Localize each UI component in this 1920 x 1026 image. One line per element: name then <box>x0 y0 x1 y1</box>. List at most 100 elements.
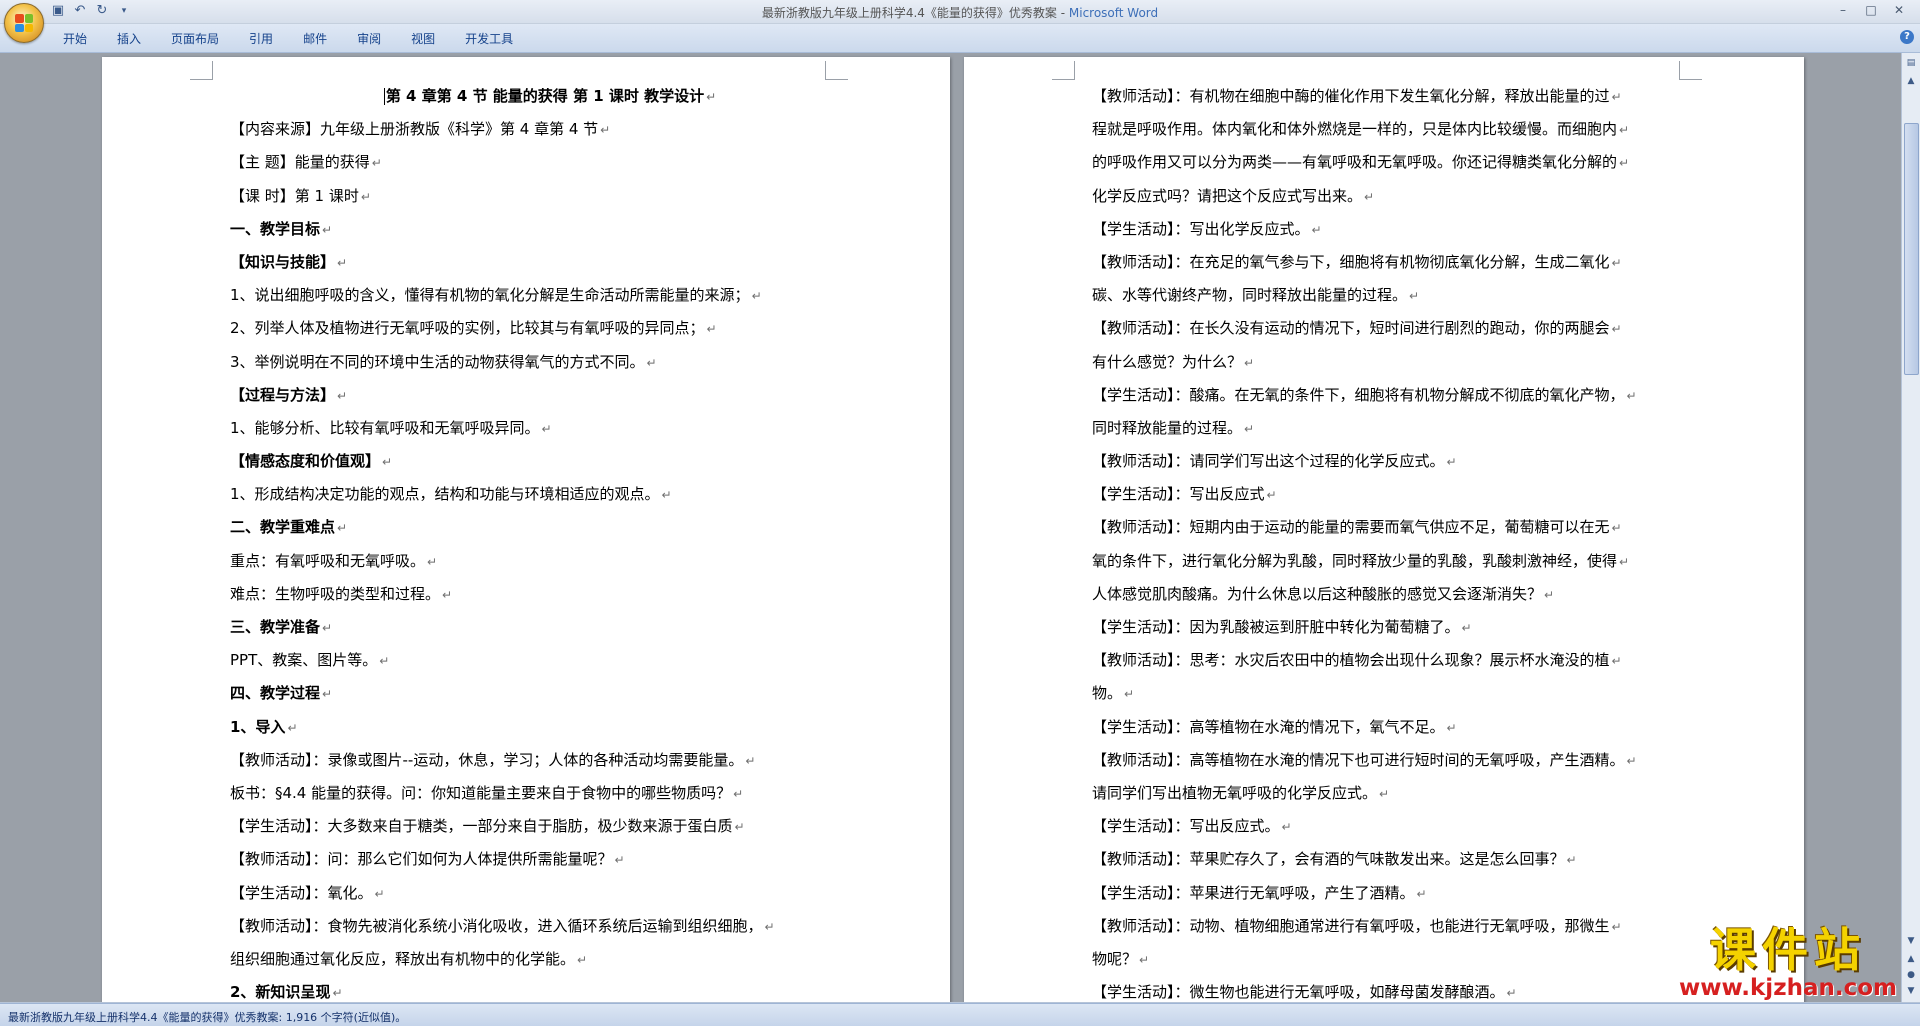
paragraph-line: 【课 时】第 1 课时 ↵ <box>230 180 830 213</box>
line-text: 有什么感觉？为什么？ <box>1092 352 1243 371</box>
paragraph-mark-icon: ↵ <box>751 289 762 304</box>
line-text: 1、形成结构决定功能的观点，结构和功能与环境相适应的观点。 <box>230 485 660 504</box>
help-icon[interactable]: ? <box>1900 30 1914 44</box>
paragraph-mark-icon: ↵ <box>661 488 672 503</box>
paragraph-mark-icon: ↵ <box>1266 488 1277 503</box>
section-heading: 三、教学准备 ↵ <box>230 611 830 644</box>
paragraph-mark-icon: ↵ <box>1409 289 1420 304</box>
tab-review[interactable]: 审阅 <box>342 30 396 47</box>
tab-developer[interactable]: 开发工具 <box>450 30 528 47</box>
scroll-up-icon[interactable]: ▲ <box>1903 73 1919 89</box>
section-heading: 一、教学目标 ↵ <box>230 213 830 246</box>
paragraph-line: 【学生活动】：写出反应式 ↵ <box>1092 478 1692 511</box>
paragraph-line: 【教师活动】：录像或图片--运动，休息，学习；人体的各种活动均需要能量。 ↵ <box>230 744 830 777</box>
paragraph-line: 人体感觉肌肉酸痛。为什么休息以后这种酸胀的感觉又会逐渐消失？ ↵ <box>1092 578 1692 611</box>
paragraph-line: 请同学们写出植物无氧呼吸的化学反应式。 ↵ <box>1092 777 1692 810</box>
line-text: 【过程与方法】 <box>230 385 336 404</box>
line-text: 四、教学过程 <box>230 684 321 703</box>
section-heading: 【过程与方法】 ↵ <box>230 379 830 412</box>
line-text: 的呼吸作用又可以分为两类——有氧呼吸和无氧呼吸。你还记得糖类氧化分解的 <box>1092 153 1618 172</box>
page-text-left[interactable]: 第 4 章第 4 节 能量的获得 第 1 课时 教学设计 ↵ 【内容来源】九年级上册… <box>230 80 830 1002</box>
paragraph-line: 【学生活动】：酸痛。在无氧的条件下，细胞将有机物分解成不彻底的氧化产物， ↵ <box>1092 379 1692 412</box>
line-text: 物。 <box>1092 684 1123 703</box>
status-bar: 最新浙教版九年级上册科学4.4《能量的获得》优秀教案: 1,916 个字符(近似… <box>0 1003 1920 1026</box>
line-text: 氧的条件下，进行氧化分解为乳酸，同时释放少量的乳酸，乳酸刺激神经，使得 <box>1092 551 1618 570</box>
paragraph-mark-icon: ↵ <box>371 156 382 171</box>
paragraph-line: 碳、水等代谢终产物，同时释放出能量的过程。 ↵ <box>1092 279 1692 312</box>
paragraph-line: 板书：§4.4 能量的获得。问：你知道能量主要来自于食物中的哪些物质吗？ ↵ <box>230 777 830 810</box>
paragraph-mark-icon: ↵ <box>706 90 717 104</box>
line-text: 【学生活动】：氧化。 <box>230 883 373 902</box>
line-text: 【知识与技能】 <box>230 252 336 271</box>
line-text: 【教师活动】：问：那么它们如何为人体提供所需能量呢？ <box>230 850 613 869</box>
section-heading: 【情感态度和价值观】 ↵ <box>230 445 830 478</box>
tab-view[interactable]: 视图 <box>396 30 450 47</box>
paragraph-mark-icon: ↵ <box>1611 90 1622 104</box>
paragraph-mark-icon: ↵ <box>374 886 385 901</box>
paragraph-mark-icon: ↵ <box>1566 853 1577 868</box>
scroll-thumb[interactable] <box>1904 123 1919 375</box>
line-text: 【学生活动】：苹果进行无氧呼吸，产生了酒精。 <box>1092 883 1415 902</box>
app-name: Microsoft Word <box>1068 6 1159 20</box>
paragraph-line: 难点：生物呼吸的类型和过程。 ↵ <box>230 578 830 611</box>
paragraph-mark-icon: ↵ <box>337 255 348 270</box>
paragraph-mark-icon: ↵ <box>1311 222 1322 237</box>
paragraph-mark-icon: ↵ <box>1619 554 1630 569</box>
tab-page-layout[interactable]: 页面布局 <box>156 30 234 47</box>
line-text: 难点：生物呼吸的类型和过程。 <box>230 584 441 603</box>
page-text-right[interactable]: 【教师活动】：有机物在细胞中酶的催化作用下发生氧化分解，释放出能量的过 ↵ 程就是呼… <box>1092 80 1692 1002</box>
paragraph-line: 【教师活动】：在充足的氧气参与下，细胞将有机物彻底氧化分解，生成二氧化 ↵ <box>1092 246 1692 279</box>
section-heading: 二、教学重难点 ↵ <box>230 511 830 544</box>
paragraph-line: 【教师活动】：短期内由于运动的能量的需要而氧气供应不足，葡萄糖可以在无 ↵ <box>1092 511 1692 544</box>
paragraph-mark-icon: ↵ <box>379 654 390 669</box>
paragraph-mark-icon: ↵ <box>337 521 348 536</box>
paragraph-line: 【学生活动】：氧化。 ↵ <box>230 877 830 910</box>
office-button[interactable] <box>4 3 44 43</box>
paragraph-line: 1、说出细胞呼吸的含义，懂得有机物的氧化分解是生命活动所需能量的来源； ↵ <box>230 279 830 312</box>
line-text: 【教师活动】：食物先被消化系统小消化吸收，进入循环系统后运输到组织细胞， <box>230 916 763 935</box>
paragraph-mark-icon: ↵ <box>600 123 611 138</box>
section-heading: 四、教学过程 ↵ <box>230 677 830 710</box>
paragraph-line: 的呼吸作用又可以分为两类——有氧呼吸和无氧呼吸。你还记得糖类氧化分解的 ↵ <box>1092 146 1692 179</box>
watermark-text: 课件站 <box>1710 923 1866 977</box>
paragraph-line: 【教师活动】：请同学们写出这个过程的化学反应式。 ↵ <box>1092 445 1692 478</box>
paragraph-mark-icon: ↵ <box>1244 421 1255 436</box>
line-text: 【学生活动】：因为乳酸被运到肝脏中转化为葡萄糖了。 <box>1092 618 1460 636</box>
line-text: PPT、教案、图片等。 <box>230 651 378 670</box>
line-text: 【教师活动】：请同学们写出这个过程的化学反应式。 <box>1092 452 1445 471</box>
vertical-scrollbar[interactable]: ▤ ▲ ▼ ▲ ● ▼ <box>1901 53 1920 1002</box>
paragraph-line: 【教师活动】：食物先被消化系统小消化吸收，进入循环系统后运输到组织细胞， ↵ <box>230 910 830 943</box>
line-text: 【教师活动】：短期内由于运动的能量的需要而氧气供应不足，葡萄糖可以在无 <box>1092 518 1610 537</box>
paragraph-line: 【主 题】能量的获得 ↵ <box>230 146 830 179</box>
close-button[interactable]: ✕ <box>1886 1 1912 19</box>
tab-home[interactable]: 开始 <box>48 30 102 47</box>
tab-insert[interactable]: 插入 <box>102 30 156 47</box>
maximize-button[interactable]: □ <box>1858 1 1884 19</box>
line-text: 1、能够分析、比较有氧呼吸和无氧呼吸异同。 <box>230 418 540 437</box>
line-text: 【学生活动】：写出化学反应式。 <box>1092 219 1310 238</box>
window-controls: – □ ✕ <box>1830 1 1912 19</box>
line-text: 板书：§4.4 能量的获得。问：你知道能量主要来自于食物中的哪些物质吗？ <box>230 783 732 802</box>
paragraph-mark-icon: ↵ <box>1611 255 1622 270</box>
paragraph-mark-icon: ↵ <box>427 554 438 569</box>
paragraph-mark-icon: ↵ <box>332 986 343 1001</box>
paragraph-line: 1、能够分析、比较有氧呼吸和无氧呼吸异同。 ↵ <box>230 412 830 445</box>
minimize-button[interactable]: – <box>1830 1 1856 19</box>
paragraph-mark-icon: ↵ <box>1611 322 1622 337</box>
line-text: 【学生活动】：写出反应式。 <box>1092 817 1280 836</box>
tab-references[interactable]: 引用 <box>234 30 288 47</box>
paragraph-line: 组织细胞通过氧化反应，释放出有机物中的化学能。 ↵ <box>230 943 830 976</box>
paragraph-mark-icon: ↵ <box>745 753 756 768</box>
paragraph-mark-icon: ↵ <box>541 421 552 436</box>
tab-mailings[interactable]: 邮件 <box>288 30 342 47</box>
ruler-toggle-icon[interactable]: ▤ <box>1903 55 1919 71</box>
paragraph-mark-icon: ↵ <box>1281 820 1292 835</box>
line-text: 【教师活动】：高等植物在水淹的情况下也可进行短时间的无氧呼吸，产生酒精。 <box>1092 750 1625 769</box>
text-cursor <box>383 88 385 105</box>
paragraph-line: 【学生活动】：大多数来自于糖类，一部分来自于脂肪，极少数来源于蛋白质 ↵ <box>230 810 830 843</box>
line-text: 物呢？ <box>1092 949 1138 968</box>
document-workspace: 第 4 章第 4 节 能量的获得 第 1 课时 教学设计 ↵ 【内容来源】九年级上册… <box>0 53 1902 1002</box>
paragraph-mark-icon: ↵ <box>1506 986 1517 1001</box>
paragraph-line: 【学生活动】：苹果进行无氧呼吸，产生了酒精。 ↵ <box>1092 877 1692 910</box>
paragraph-line: 【教师活动】：动物、植物细胞通常进行有氧呼吸，也能进行无氧呼吸，那微生 ↵ <box>1092 910 1692 943</box>
